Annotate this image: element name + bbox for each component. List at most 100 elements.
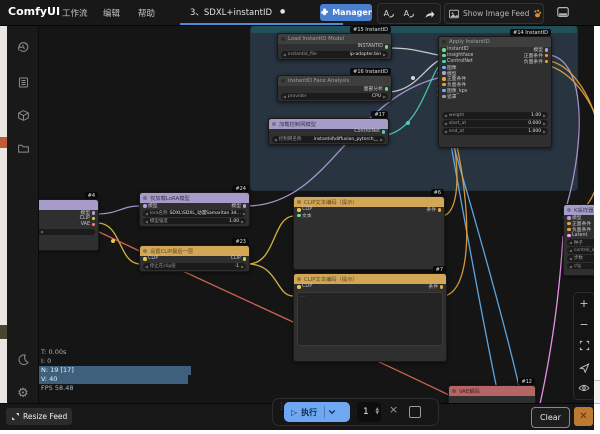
output-slot[interactable]: 面部分析: [364, 85, 388, 92]
slot-dot-icon[interactable]: [143, 257, 147, 261]
output-slot[interactable]: 模型: [231, 202, 246, 209]
slot-dot-icon[interactable]: [442, 66, 446, 70]
translate-a-icon[interactable]: A: [402, 7, 416, 21]
dock-bottom-icon[interactable]: [556, 5, 570, 19]
collapse-dot-icon[interactable]: [297, 277, 301, 281]
image-feed-toggle[interactable]: Show Image Feed: [444, 3, 544, 24]
zoom-out-icon[interactable]: −: [577, 318, 591, 332]
image-feed-strip[interactable]: [0, 25, 7, 403]
workflows-folder-icon[interactable]: [14, 139, 32, 157]
menu-help[interactable]: 帮助: [138, 7, 155, 19]
slot-dot-icon[interactable]: [567, 222, 571, 226]
slot-dot-icon[interactable]: [297, 214, 301, 218]
collapse-dot-icon[interactable]: [297, 200, 301, 204]
model-library-icon[interactable]: [14, 106, 32, 124]
node-library-icon[interactable]: [14, 73, 32, 91]
input-slot[interactable]: instantID: [442, 47, 469, 52]
node-16[interactable]: #16 InstantIDInstantID Face Analysis面部分析…: [277, 75, 392, 102]
collapse-dot-icon[interactable]: [143, 249, 147, 253]
output-slot[interactable]: 条件: [428, 283, 443, 290]
output-slot[interactable]: VAE: [81, 222, 95, 227]
input-slot[interactable]: Latent: [567, 233, 587, 238]
slot-dot-icon[interactable]: [442, 60, 446, 64]
slot-dot-icon[interactable]: [297, 285, 301, 289]
widget-end_at[interactable]: ◀end_at1.000▶: [442, 128, 548, 135]
stepper-arrows[interactable]: ▲▼: [376, 408, 379, 417]
node-3[interactable]: K采样器模型正面条件负面条件Latent◀种子▶◀control_af…▶◀步数…: [563, 204, 594, 276]
slot-dot-icon[interactable]: [567, 234, 571, 238]
collapse-dot-icon[interactable]: [567, 208, 571, 212]
menu-edit[interactable]: 编辑: [103, 7, 120, 19]
widget-lora名称[interactable]: ◀lora名称SDXL\SDXL_动漫Samaritan 3d…▶: [143, 210, 246, 217]
fit-view-icon[interactable]: [577, 339, 591, 353]
manager-button[interactable]: Manager: [320, 4, 372, 21]
widget-instantid_file[interactable]: ◀instantid_fileip-adapter.bin▶: [281, 51, 388, 58]
output-slot[interactable]: ControlNet: [354, 129, 385, 134]
widget-种子[interactable]: ◀种子▶: [567, 239, 594, 246]
output-slot[interactable]: 负面条件: [524, 58, 548, 65]
slot-dot-icon[interactable]: [92, 211, 96, 215]
input-slot[interactable]: 文本: [297, 212, 312, 219]
clear-feed-button[interactable]: Clear: [531, 407, 570, 428]
batch-count-stepper[interactable]: 1 ▲▼: [357, 402, 381, 422]
resize-feed-button[interactable]: Resize Feed: [6, 408, 72, 425]
node-17[interactable]: #17加载控制网模型ControlNet◀控制网名称instantid\diff…: [268, 118, 389, 145]
workflow-tab[interactable]: 3、SDXL+instantID ●: [180, 0, 343, 25]
queue-run-button[interactable]: ▷ 执行: [284, 402, 350, 422]
slot-dot-icon[interactable]: [442, 54, 446, 58]
node-12[interactable]: #12VAE解码: [448, 385, 536, 403]
node-6[interactable]: #6CLIP文本编码（提示）CLIP条件文本: [293, 196, 445, 270]
widget-provider[interactable]: ◀providerCPU▶: [281, 93, 388, 100]
slot-dot-icon[interactable]: [442, 77, 446, 81]
widget-控制网名称[interactable]: ◀控制网名称instantid\diffusion_pytorch__▶: [272, 136, 385, 143]
collapse-dot-icon[interactable]: [143, 196, 147, 200]
slot-dot-icon[interactable]: [92, 217, 96, 221]
output-slot[interactable]: 条件: [426, 206, 441, 213]
slot-dot-icon[interactable]: [545, 60, 549, 64]
chevron-down-icon[interactable]: [328, 409, 336, 415]
node-24[interactable]: #24仅加载LoRA模型模型模型◀lora名称SDXL\SDXL_动漫Samar…: [139, 192, 250, 227]
node-23[interactable]: #23设置CLIP最后一层CLIPCLIP◀停止在clip层-1▶: [139, 245, 250, 272]
widget-步数[interactable]: ◀步数▶: [567, 255, 594, 262]
translate-a-icon[interactable]: A: [381, 7, 395, 21]
toggle-links-eye-icon[interactable]: [577, 381, 591, 395]
slot-dot-icon[interactable]: [442, 71, 446, 75]
theme-moon-icon[interactable]: [14, 350, 32, 368]
slot-dot-icon[interactable]: [545, 48, 549, 52]
widget-模型强度[interactable]: ◀模型强度1.00▶: [143, 218, 246, 225]
collapse-dot-icon[interactable]: [281, 37, 285, 41]
clear-queue-icon[interactable]: ×: [389, 403, 398, 416]
slot-dot-icon[interactable]: [385, 87, 389, 91]
input-slot[interactable]: 模型: [143, 202, 158, 209]
close-feed-button[interactable]: ✕: [574, 407, 593, 426]
prompt-textarea[interactable]: ····: [297, 292, 443, 346]
collapse-dot-icon[interactable]: [442, 40, 446, 44]
node-graph-canvas[interactable]: #4模型CLIPVAE◀XXMix_9realistic5…▶#24仅加载LoR…: [38, 25, 594, 403]
history-icon[interactable]: [14, 38, 32, 56]
input-slot[interactable]: insightface: [442, 53, 473, 58]
slot-dot-icon[interactable]: [442, 95, 446, 99]
slot-dot-icon[interactable]: [243, 257, 247, 261]
widget-停止在clip层[interactable]: ◀停止在clip层-1▶: [143, 263, 246, 270]
slot-dot-icon[interactable]: [438, 208, 442, 212]
input-slot[interactable]: CLIP: [297, 284, 312, 289]
slot-dot-icon[interactable]: [143, 204, 147, 208]
output-slot[interactable]: INSTANTID: [357, 44, 388, 49]
widget-value[interactable]: ◀XXMix_9realistic5…▶: [38, 229, 95, 236]
widget-cfg[interactable]: ◀cfg▶: [567, 263, 594, 270]
settings-gear-icon[interactable]: ⚙: [14, 384, 32, 402]
node-7[interactable]: #7CLIP文本编码（提示）CLIP条件····: [293, 273, 447, 362]
collapse-dot-icon[interactable]: [452, 389, 456, 393]
widget-control_af…[interactable]: ◀control_af…▶: [567, 247, 594, 254]
zoom-in-icon[interactable]: +: [577, 297, 591, 311]
slot-dot-icon[interactable]: [567, 228, 571, 232]
input-slot[interactable]: 遮罩: [442, 93, 457, 100]
slot-dot-icon[interactable]: [442, 48, 446, 52]
input-slot[interactable]: CLIP: [143, 256, 158, 261]
stop-icon[interactable]: [409, 406, 421, 418]
widget-start_at[interactable]: ◀start_at0.000▶: [442, 120, 548, 127]
share-arrow-icon[interactable]: [423, 7, 437, 21]
slot-dot-icon[interactable]: [567, 216, 571, 220]
node-4[interactable]: #4模型CLIPVAE◀XXMix_9realistic5…▶: [38, 199, 99, 251]
collapse-dot-icon[interactable]: [281, 79, 285, 83]
